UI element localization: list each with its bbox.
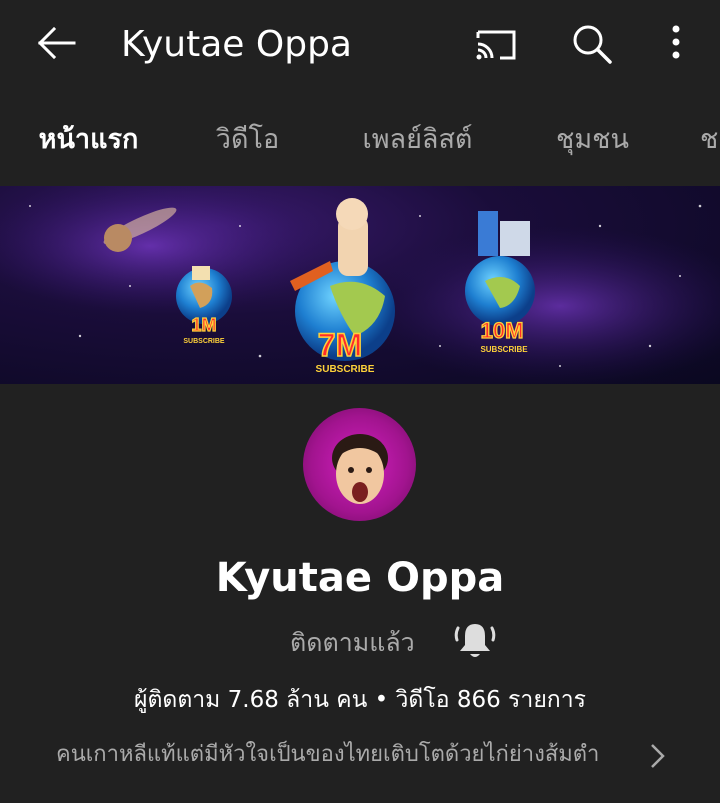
tab-videos[interactable]: วิดีโอ [180,92,315,187]
subscribed-button[interactable]: ติดตามแล้ว [290,622,415,664]
page-title: Kyutae Oppa [121,24,352,65]
milestone-subtext: SUBSCRIBE [480,345,528,354]
channel-description-row[interactable]: คนเกาหลีแท้แต่มีหัวใจเป็นของไทยเติบโตด้ว… [0,730,720,780]
channel-description: คนเกาหลีแท้แต่มีหัวใจเป็นของไทยเติบโตด้ว… [56,742,600,767]
search-icon [573,25,612,64]
tab-channels[interactable]: ช [700,92,720,187]
channel-tabs: หน้าแรก วิดีโอ เพลย์ลิสต์ ชุมชน ช [0,92,720,187]
milestone-label: 7M [318,327,362,363]
more-vert-icon [672,25,680,59]
tab-playlists[interactable]: เพลย์ลิสต์ [330,92,505,187]
milestone-label: 1M [191,315,216,335]
tab-home[interactable]: หน้าแรก [0,92,177,187]
channel-banner: 1M 7M SUBSCRIBE 10M SUBSCRIBE SUBSCRIBE [0,186,720,384]
channel-stats: ผู้ติดตาม 7.68 ล้าน คน • วิดีโอ 866 รายก… [133,687,586,713]
back-button[interactable] [34,22,80,68]
cast-icon [476,30,516,60]
channel-name: Kyutae Oppa [215,555,505,601]
search-button[interactable] [568,20,616,68]
avatar-face-image [332,434,388,504]
chevron-right-icon [651,744,665,768]
top-app-bar: Kyutae Oppa [0,0,720,92]
bell-icon [454,624,496,657]
tab-community[interactable]: ชุมชน [530,92,655,187]
milestone-subtext: SUBSCRIBE [183,338,225,345]
milestone-subtext: SUBSCRIBE [316,364,375,375]
banner-art: 1M 7M SUBSCRIBE 10M SUBSCRIBE SUBSCRIBE [0,186,720,384]
cast-button[interactable] [470,22,522,68]
notification-bell-button[interactable] [452,618,498,664]
more-options-button[interactable] [660,20,692,68]
back-arrow-icon [37,26,76,60]
milestone-label: 10M [481,318,524,343]
channel-avatar[interactable] [303,408,416,521]
